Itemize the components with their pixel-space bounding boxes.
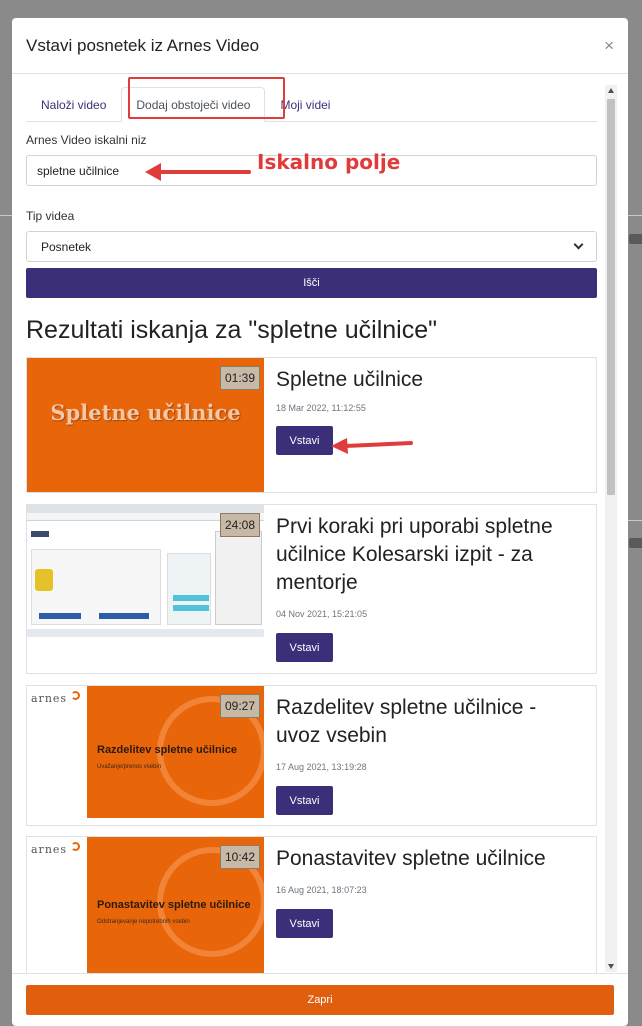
screenshot-button: [99, 613, 149, 619]
screenshot-button: [39, 613, 81, 619]
scroll-down-icon[interactable]: [608, 964, 614, 969]
search-field-annotation: Iskalno polje: [257, 150, 401, 174]
duration-badge: 10:42: [219, 845, 260, 869]
scrollbar-thumb[interactable]: [607, 99, 615, 495]
screenshot-sidebar-item: [173, 605, 209, 611]
background-divider: [628, 215, 642, 216]
screenshot-sidebar-item: [173, 595, 209, 601]
thumbnail-brand-swirl: [71, 842, 80, 851]
dialog-title: Vstavi posnetek iz Arnes Video: [26, 35, 260, 55]
close-icon[interactable]: ×: [604, 37, 614, 54]
result-card: arnes Ponastavitev spletne učilnice Odst…: [26, 836, 597, 973]
result-info: Prvi koraki pri uporabi spletne učilnice…: [264, 505, 596, 673]
video-date: 17 Aug 2021, 13:19:28: [276, 762, 367, 772]
video-type-selected: Posnetek: [41, 239, 92, 254]
result-card: 24:08 Prvi koraki pri uporabi spletne uč…: [26, 504, 597, 674]
thumbnail-title: Spletne učilnice: [50, 400, 241, 425]
search-label: Arnes Video iskalni niz: [26, 133, 147, 147]
thumbnail-brand: arnes: [31, 692, 68, 705]
dialog-header: Vstavi posnetek iz Arnes Video ×: [12, 18, 628, 74]
dialog-scrollbar[interactable]: [605, 85, 617, 972]
video-title: Prvi koraki pri uporabi spletne učilnice…: [276, 515, 553, 594]
background-divider: [0, 215, 12, 216]
video-thumbnail[interactable]: 24:08: [27, 505, 264, 673]
screenshot-site-logo: [31, 531, 49, 537]
background-divider: [628, 520, 642, 521]
video-camera-icon: [629, 234, 642, 244]
screenshot-image: [35, 569, 53, 591]
annotation-arrow-icon: [145, 163, 251, 181]
insert-button[interactable]: Vstavi: [276, 786, 333, 815]
scroll-up-icon[interactable]: [608, 88, 614, 93]
video-thumbnail[interactable]: Spletne učilnice 01:39: [27, 358, 264, 492]
result-info: Ponastavitev spletne učilnice 16 Aug 202…: [264, 837, 596, 973]
insert-video-dialog: Vstavi posnetek iz Arnes Video × Naloži …: [12, 18, 628, 1026]
video-date: 16 Aug 2021, 18:07:23: [276, 885, 367, 895]
search-input[interactable]: spletne učilnice Iskalno polje: [26, 150, 597, 186]
scroll-content: Naloži video Dodaj obstoječi video Moji …: [26, 75, 597, 973]
video-camera-icon: [629, 538, 642, 548]
duration-badge: 01:39: [219, 366, 260, 390]
slide-title: Razdelitev spletne učilnice: [97, 744, 237, 756]
result-info: Razdelitev spletne učilnice - uvoz vsebi…: [264, 686, 596, 825]
dialog-body[interactable]: Naloži video Dodaj obstoječi video Moji …: [12, 75, 628, 973]
video-type-label: Tip videa: [26, 209, 75, 223]
duration-badge: 09:27: [219, 694, 260, 718]
video-title: Ponastavitev spletne učilnice: [276, 847, 546, 870]
screenshot-taskbar: [27, 629, 264, 637]
video-date: 18 Mar 2022, 11:12:55: [276, 403, 366, 413]
results-heading: Rezultati iskanja za "spletne učilnice": [26, 316, 438, 344]
result-info: Spletne učilnice 18 Mar 2022, 11:12:55 V…: [264, 358, 596, 492]
thumbnail-brand: arnes: [31, 843, 68, 856]
screenshot-sidebar: [167, 553, 211, 625]
close-button[interactable]: Zapri: [26, 985, 614, 1015]
video-title: Spletne učilnice: [276, 368, 424, 391]
search-input-value: spletne učilnice: [37, 163, 120, 178]
video-title: Razdelitev spletne učilnice - uvoz vsebi…: [276, 696, 537, 747]
video-type-select[interactable]: Posnetek: [26, 231, 597, 262]
video-date: 04 Nov 2021, 15:21:05: [276, 609, 368, 619]
tab-upload-video[interactable]: Naloži video: [26, 87, 121, 122]
tab-my-videos[interactable]: Moji videi: [265, 87, 345, 122]
screenshot-browser-bar: [27, 505, 264, 513]
search-button[interactable]: Išči: [26, 268, 597, 298]
thumbnail-brand-swirl: [71, 691, 80, 700]
screenshot-overlay-panel: [215, 531, 262, 625]
dialog-footer: Zapri: [12, 973, 628, 1026]
slide-title: Ponastavitev spletne učilnice: [97, 899, 251, 911]
duration-badge: 24:08: [219, 513, 260, 537]
slide-subtitle: Uvažanje/prenos vsebin: [97, 764, 162, 770]
result-card: arnes Razdelitev spletne učilnice Uvažan…: [26, 685, 597, 826]
chevron-down-icon: [573, 239, 584, 250]
video-thumbnail[interactable]: arnes Ponastavitev spletne učilnice Odst…: [27, 837, 264, 973]
annotation-arrow-icon: [331, 438, 413, 454]
tab-add-existing-video[interactable]: Dodaj obstoječi video: [121, 87, 266, 122]
result-card: Spletne učilnice 01:39 Spletne učilnice …: [26, 357, 597, 493]
slide-subtitle: Odstranjevanje nepotrebnih vsebin: [97, 919, 190, 925]
insert-button[interactable]: Vstavi: [276, 633, 333, 662]
tab-bar: Naloži video Dodaj obstoječi video Moji …: [26, 75, 597, 122]
video-thumbnail[interactable]: arnes Razdelitev spletne učilnice Uvažan…: [27, 686, 264, 825]
insert-button[interactable]: Vstavi: [276, 426, 333, 455]
insert-button[interactable]: Vstavi: [276, 909, 333, 938]
